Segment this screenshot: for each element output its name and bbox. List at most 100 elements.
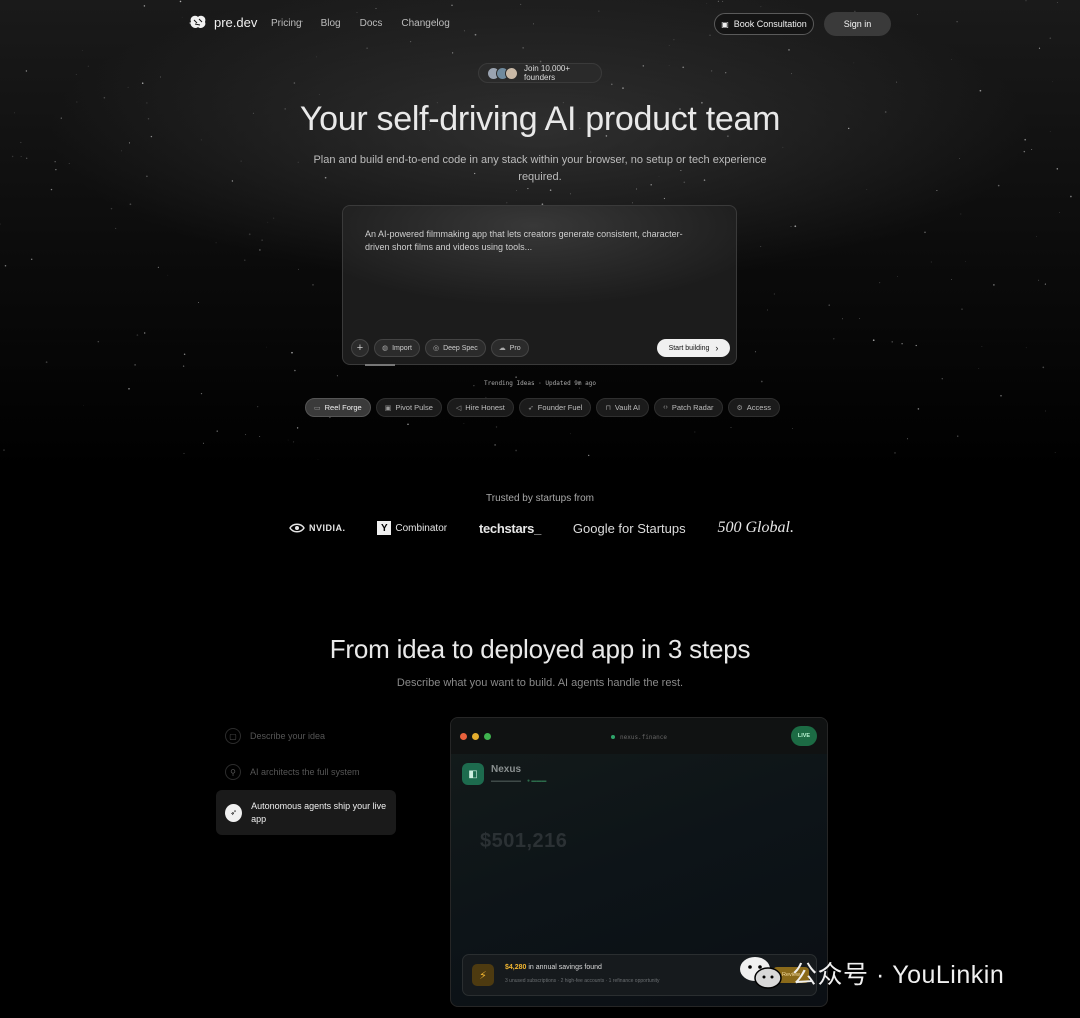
star — [930, 261, 932, 263]
trend-chip-hire-honest[interactable]: ◁ Hire Honest — [446, 398, 514, 417]
step-ship-app[interactable]: ➶ Autonomous agents ship your live app — [216, 790, 396, 835]
nvidia-logo: NVIDIA. — [289, 523, 346, 533]
star — [588, 454, 590, 457]
star — [961, 308, 963, 310]
star — [896, 276, 898, 277]
star — [200, 392, 203, 395]
star — [293, 441, 295, 443]
step-architect-system[interactable]: ⚲ AI architects the full system — [216, 764, 396, 780]
star — [1045, 410, 1047, 412]
ycombinator-wordmark: Combinator — [395, 522, 448, 534]
star — [157, 266, 160, 269]
trend-chip-vault-ai[interactable]: ⊓ Vault AI — [596, 398, 650, 417]
star — [515, 449, 517, 452]
cloud-icon: ☁ — [498, 345, 506, 352]
live-badge: LIVE — [791, 726, 817, 746]
star — [407, 423, 409, 426]
import-label: Import — [392, 344, 412, 352]
star — [790, 225, 792, 227]
trend-chip-label: Hire Honest — [465, 403, 505, 412]
import-button[interactable]: ◍ Import — [374, 339, 420, 357]
star — [494, 444, 496, 446]
star — [3, 449, 5, 451]
prompt-input[interactable]: An AI-powered filmmaking app that lets c… — [365, 228, 685, 254]
nav-link-blog[interactable]: Blog — [321, 18, 341, 29]
nav-link-docs[interactable]: Docs — [360, 18, 383, 29]
500-global-wordmark: 500 Global. — [717, 519, 794, 536]
nav-link-changelog[interactable]: Changelog — [401, 18, 449, 29]
star — [110, 207, 113, 210]
star — [965, 261, 967, 262]
y-mark-icon: Y — [377, 521, 392, 535]
star — [794, 225, 797, 228]
steps-title: From idea to deployed app in 3 steps — [329, 634, 751, 664]
trend-chip-pivot-pulse[interactable]: ▣ Pivot Pulse — [375, 398, 442, 417]
app-meta-bar: ▬▬▬▬▬▬ — [491, 778, 521, 784]
star — [312, 284, 314, 286]
window-close-dot — [460, 733, 467, 740]
trend-chip-label: Vault AI — [614, 403, 641, 412]
brand-logo[interactable]: pre.dev — [188, 14, 257, 30]
star — [993, 284, 995, 286]
nexus-logo-icon: ◧ — [462, 763, 484, 785]
star — [4, 264, 7, 267]
star — [495, 426, 498, 428]
star — [198, 302, 200, 303]
trend-chip-label: Reel Forge — [324, 403, 362, 412]
star — [141, 82, 144, 84]
founders-badge[interactable]: Join 10,000+ founders — [478, 63, 602, 83]
star — [182, 365, 185, 367]
megaphone-icon: ◁ — [455, 404, 462, 412]
deep-spec-button[interactable]: ◎ Deep Spec — [424, 339, 486, 357]
star — [960, 213, 962, 215]
pro-button[interactable]: ☁ Pro — [490, 339, 529, 357]
star — [569, 433, 571, 435]
url-text: nexus.finance — [620, 733, 667, 741]
star — [636, 188, 638, 190]
star — [894, 452, 896, 454]
savings-text: in annual savings found — [528, 964, 602, 971]
star — [146, 175, 148, 178]
star — [82, 404, 84, 406]
window-minimize-dot — [472, 733, 479, 740]
lock-icon: ⊓ — [605, 404, 611, 412]
star — [1070, 195, 1072, 198]
nvidia-eye-icon — [289, 523, 305, 533]
star — [75, 73, 77, 75]
wechat-watermark: 公众号 · YouLinkin — [738, 955, 1004, 991]
star — [866, 189, 868, 190]
chat-icon: ▢ — [225, 728, 241, 744]
star — [55, 169, 57, 171]
star — [632, 202, 633, 204]
trend-chip-label: Access — [746, 403, 771, 412]
app-name: Nexus — [491, 764, 522, 775]
star — [30, 258, 33, 261]
monitor-icon: ▣ — [384, 404, 392, 412]
star — [316, 56, 317, 58]
star — [663, 197, 665, 200]
trend-chip-reel-forge[interactable]: ▭ Reel Forge — [305, 398, 371, 417]
start-building-button[interactable]: Start building › — [657, 339, 730, 357]
trend-chip-access[interactable]: ⚙ Access — [727, 398, 780, 417]
star — [924, 231, 926, 234]
star — [788, 49, 790, 51]
star — [792, 428, 793, 429]
trend-chip-patch-radar[interactable]: ‹› Patch Radar — [654, 398, 723, 417]
star — [266, 346, 268, 348]
nav-link-pricing[interactable]: Pricing — [271, 18, 302, 29]
add-attachment-button[interactable]: + — [351, 339, 369, 357]
sign-in-button[interactable]: Sign in — [824, 12, 891, 36]
star — [842, 318, 843, 320]
star — [730, 427, 732, 428]
star — [570, 193, 571, 195]
techstars-wordmark: techstars_ — [478, 520, 542, 536]
star — [896, 81, 898, 83]
star — [622, 87, 624, 89]
star — [267, 221, 269, 223]
star — [26, 157, 28, 159]
star — [20, 156, 22, 157]
trend-chip-founder-fuel[interactable]: ➶ Founder Fuel — [518, 398, 592, 417]
star — [549, 189, 552, 191]
book-consultation-button[interactable]: ▣ Book Consultation — [714, 13, 814, 35]
step-describe-idea[interactable]: ▢ Describe your idea — [216, 728, 396, 744]
